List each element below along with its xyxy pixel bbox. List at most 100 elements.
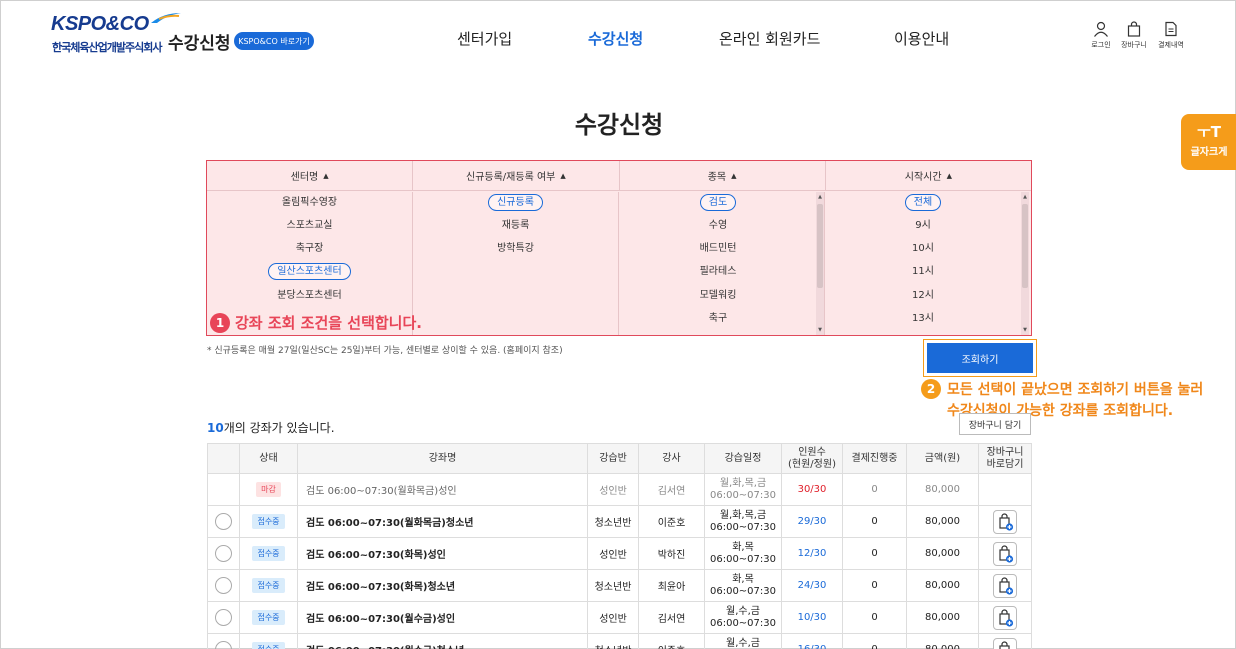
sport-option[interactable]: 배드민턴 [619,239,817,259]
shopping-bag-icon [1127,21,1141,37]
add-to-cart-button[interactable]: 장바구니 담기 [959,413,1031,435]
cart-add-icon [999,640,1010,649]
cart-button[interactable]: 장바구니 [1119,21,1149,50]
center-option[interactable]: 축구장 [207,239,412,259]
callout-step-2-line1: 모든 선택이 끝났으면 조회하기 버튼을 눌러 [947,382,1204,398]
registration-option[interactable]: 방학특강 [413,239,618,259]
nav-online-card[interactable]: 온라인 회원카드 [719,28,820,49]
nav-center-join[interactable]: 센터가입 [457,28,512,49]
row-select-cell [207,633,240,649]
nav-guide[interactable]: 이용안내 [894,28,949,49]
scroll-thumb[interactable] [817,204,823,288]
col-capacity-line1: 인원수 [798,446,826,458]
step-badge-1: 1 [210,312,230,333]
sort-up-icon: ▲ [323,171,329,180]
cart-add-icon [999,544,1014,563]
time-option[interactable]: 9시 [825,216,1021,236]
row-course-name: 검도 06:00~07:30(월화목금)성인 [297,473,588,506]
sport-option-selected[interactable]: 검도 [619,193,817,213]
scroll-thumb[interactable] [1022,204,1028,288]
font-size-label: 글자크게 [1190,147,1228,158]
sport-option[interactable]: 모델워킹 [619,286,817,306]
row-cart-button[interactable] [993,541,1017,566]
row-cart-button[interactable] [993,605,1017,630]
registration-notice: * 신규등록은 매월 27일(일산SC는 25일)부터 가능, 센터별로 상이할… [207,346,563,356]
row-cart-button[interactable] [993,637,1017,649]
row-radio[interactable] [215,641,232,649]
row-cart-button[interactable] [993,509,1017,534]
row-price: 80,000 [906,537,979,570]
sport-option[interactable]: 필라테스 [619,262,817,282]
table-row[interactable]: 접수중 검도 06:00~07:30(월수금)성인 성인반 김서연 월,수,금 06:00… [207,601,1032,634]
table-row[interactable]: 접수중 검도 06:00~07:30(화목)청소년 청소년반 최윤아 화,목 06:00~… [207,569,1032,602]
row-radio[interactable] [215,545,232,562]
time-option[interactable]: 12시 [825,286,1021,306]
row-paying: 0 [842,601,907,634]
row-course-name: 검도 06:00~07:30(화목)성인 [297,537,588,570]
status-badge: 접수중 [252,642,285,649]
col-cart: 장바구니 바로담기 [978,443,1032,474]
row-cart-cell [978,505,1032,538]
scroll-down-icon[interactable]: ▼ [1021,327,1029,333]
row-price: 80,000 [906,569,979,602]
sport-option[interactable]: 축구 [619,309,817,329]
registration-list: 신규등록 재등록 방학특강 [413,192,619,335]
col-cart-line1: 장바구니 [986,446,1024,458]
scroll-down-icon[interactable]: ▼ [816,327,824,333]
logo[interactable]: KSPO&CO 한국체육산업개발주식회사 [51,13,186,54]
row-cart-button[interactable] [993,573,1017,598]
center-option-selected[interactable]: 일산스포츠센터 [207,262,412,282]
table-row[interactable]: 접수중 검도 06:00~07:30(월수금)청소년청소년반이준호월,수,금06:… [207,633,1032,649]
step-badge-2: 2 [921,379,941,399]
row-status-cell: 접수중 [239,569,298,602]
col-teacher: 강사 [638,443,705,474]
row-schedule-time: 06:00~07:30 [709,585,776,597]
login-button[interactable]: 로그인 [1086,21,1116,50]
row-schedule: 월,수,금06:00~07:30 [704,633,782,649]
center-option[interactable]: 올림픽수영장 [207,193,412,213]
time-option-selected[interactable]: 전체 [825,193,1021,213]
row-radio[interactable] [215,609,232,626]
course-filter-panel: 센터명 ▲ 신규등록/재등록 여부 ▲ 종목 ▲ 시작시간 ▲ 올림픽수영장 스포츠교실… [206,160,1032,336]
nav-course-apply[interactable]: 수강신청 [588,28,643,49]
registration-option[interactable]: 재등록 [413,216,618,236]
col-capacity-line2: (현원/정원) [788,458,836,470]
ksp-link-button[interactable]: KSPO&CO 바로가기 [234,32,314,50]
row-paying: 0 [842,537,907,570]
time-option[interactable]: 10시 [825,239,1021,259]
callout-step-1: 1 강좌 조회 조건을 선택합니다. [210,312,422,333]
status-badge: 접수중 [252,514,285,529]
row-radio[interactable] [215,577,232,594]
callout-step-1-text: 강좌 조회 조건을 선택합니다. [235,314,422,332]
table-row[interactable]: 접수중 검도 06:00~07:30(화목)성인 성인반 박하진 화,목 06:00~07… [207,537,1032,570]
registration-option-selected[interactable]: 신규등록 [413,193,618,213]
center-option[interactable]: 분당스포츠센터 [207,286,412,306]
time-scrollbar[interactable]: ▲ ▼ [1021,192,1029,335]
filter-header-time: 시작시간 ▲ [904,171,952,184]
row-radio[interactable] [215,513,232,530]
row-course-name: 검도 06:00~07:30(화목)청소년 [297,569,588,602]
time-option[interactable]: 13시 [825,309,1021,329]
col-capacity: 인원수 (현원/정원) [781,443,843,474]
center-option[interactable]: 스포츠교실 [207,216,412,236]
row-schedule: 월,수,금06:00~07:30 [704,601,782,634]
row-price: 80,000 [906,473,979,506]
row-class: 청소년반 [587,569,639,602]
sport-option[interactable]: 수영 [619,216,817,236]
row-status-cell: 접수중 [239,505,298,538]
table-row[interactable]: 마감 검도 06:00~07:30(월화목금)성인 성인반 김서연 월,화,목,금 06:… [207,473,1032,506]
row-cart-cell [978,601,1032,634]
row-price: 80,000 [906,505,979,538]
cart-add-icon [999,608,1014,627]
payment-history-button[interactable]: 결제내역 [1156,21,1186,50]
scroll-up-icon[interactable]: ▲ [1021,194,1029,200]
search-button[interactable]: 조회하기 [927,343,1033,373]
logo-subtitle: 한국체육산업개발주식회사 [52,41,162,54]
time-option[interactable]: 11시 [825,262,1021,282]
sport-scrollbar[interactable]: ▲ ▼ [816,192,824,335]
scroll-up-icon[interactable]: ▲ [816,194,824,200]
course-table: 상태 강좌명 강습반 강사 강습일정 인원수 (현원/정원) 결제진행중 금액(원… [207,443,1032,649]
row-cart-cell [978,633,1032,649]
row-schedule: 화,목 06:00~07:30 [704,537,782,570]
table-row[interactable]: 접수중 검도 06:00~07:30(월화목금)청소년 청소년반 이준호 월,화,목,금… [207,505,1032,538]
